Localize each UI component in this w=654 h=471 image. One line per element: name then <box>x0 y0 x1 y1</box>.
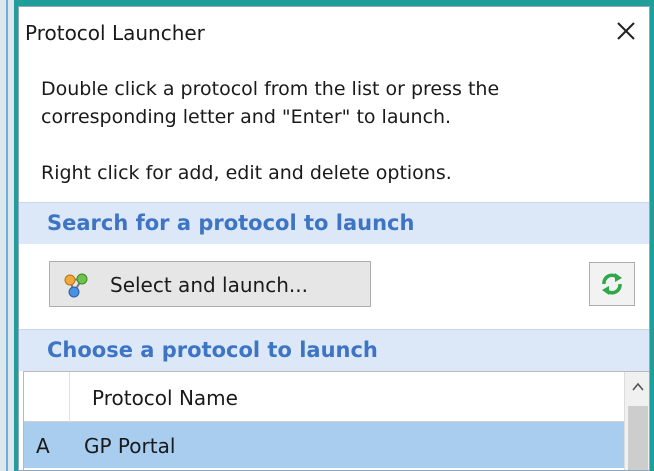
instructions-spacer <box>41 131 631 159</box>
close-button[interactable] <box>613 18 639 44</box>
instructions-text: Double click a protocol from the list or… <box>41 75 631 187</box>
chevron-up-icon <box>632 382 644 391</box>
column-header-letter[interactable] <box>24 372 70 422</box>
refresh-icon <box>602 273 622 295</box>
background-window-edge-line <box>6 0 8 471</box>
vertical-scrollbar[interactable] <box>624 372 649 470</box>
protocol-launcher-window: Protocol Launcher Double click a protoco… <box>18 6 650 471</box>
select-and-launch-button[interactable]: Select and launch... <box>49 261 371 307</box>
row-letter: A <box>36 434 50 458</box>
choose-section-title: Choose a protocol to launch <box>47 338 378 362</box>
select-and-launch-label: Select and launch... <box>110 273 308 297</box>
instructions-line-1: Double click a protocol from the list or… <box>41 78 500 100</box>
title-bar[interactable]: Protocol Launcher <box>19 7 649 55</box>
column-header-protocol-name[interactable]: Protocol Name <box>92 386 238 410</box>
refresh-button[interactable] <box>589 262 635 306</box>
molecule-icon <box>64 273 88 298</box>
instructions-line-3: Right click for add, edit and delete opt… <box>41 162 452 184</box>
instructions-line-2: corresponding letter and "Enter" to laun… <box>41 106 452 128</box>
search-section-header: Search for a protocol to launch <box>19 202 649 244</box>
choose-section-header: Choose a protocol to launch <box>19 329 649 371</box>
protocol-list-header: Protocol Name <box>24 372 624 422</box>
table-row[interactable]: A GP Portal <box>24 422 624 468</box>
close-icon <box>617 22 635 40</box>
window-title: Protocol Launcher <box>25 21 205 45</box>
row-protocol-name: GP Portal <box>84 434 176 458</box>
search-section-title: Search for a protocol to launch <box>47 211 415 235</box>
scroll-thumb[interactable] <box>628 406 648 470</box>
background-window-edge <box>0 0 14 471</box>
scroll-up-button[interactable] <box>625 372 649 402</box>
protocol-list[interactable]: Protocol Name A GP Portal <box>23 371 649 470</box>
